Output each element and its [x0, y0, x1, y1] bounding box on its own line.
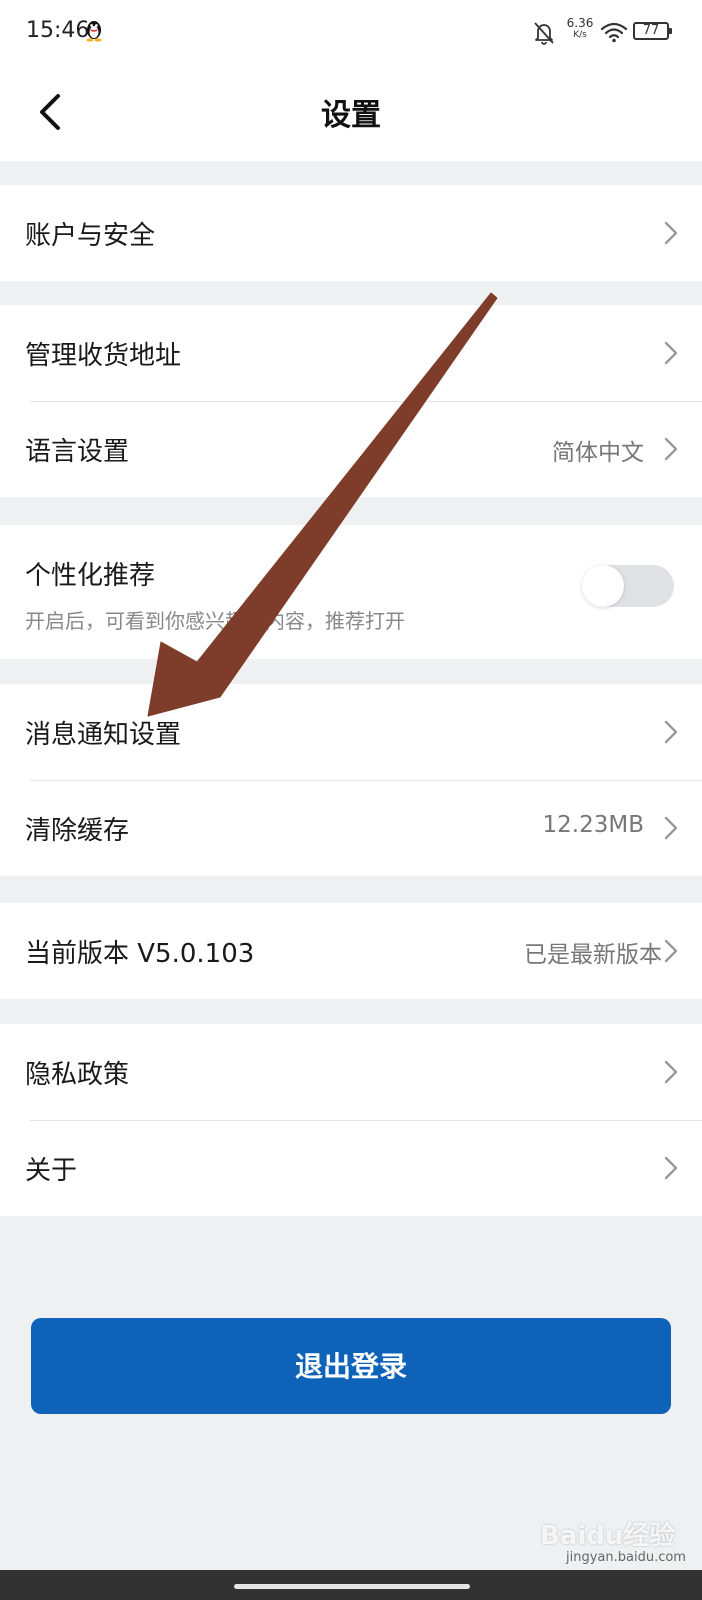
personalized-recommendation-item: 个性化推荐 开启后，可看到你感兴趣的内容，推荐打开 [0, 525, 702, 659]
header-bar: 设置 [0, 62, 702, 161]
settings-group-misc: 消息通知设置 清除缓存 12.23MB [0, 684, 702, 876]
current-version-item[interactable]: 当前版本 V5.0.103 已是最新版本 [0, 903, 702, 999]
network-speed: 6.36 K/s [566, 16, 594, 40]
item-description: 开启后，可看到你感兴趣的内容，推荐打开 [25, 609, 405, 633]
chevron-right-icon [664, 221, 678, 245]
baidu-watermark: Baidu经验 [540, 1521, 676, 1551]
notification-settings-item[interactable]: 消息通知设置 [0, 684, 702, 780]
language-settings-item[interactable]: 语言设置 简体中文 [0, 401, 702, 497]
item-label: 隐私政策 [25, 1060, 130, 1090]
item-value: 已是最新版本 [524, 942, 662, 968]
battery-icon: 77 [633, 22, 672, 40]
bell-muted-icon [534, 22, 554, 45]
shipping-address-item[interactable]: 管理收货地址 [0, 305, 702, 401]
settings-group-account: 账户与安全 [0, 185, 702, 281]
settings-group-general: 管理收货地址 语言设置 简体中文 [0, 305, 702, 497]
item-value: 12.23MB [542, 812, 644, 838]
item-label: 账户与安全 [25, 221, 156, 251]
system-nav-bar [0, 1570, 702, 1600]
personalized-recommendation-toggle[interactable] [582, 565, 674, 607]
chevron-right-icon [664, 1060, 678, 1084]
about-item[interactable]: 关于 [0, 1120, 702, 1216]
toggle-knob [582, 565, 624, 607]
logout-button[interactable]: 退出登录 [31, 1318, 671, 1414]
qq-penguin-icon [86, 21, 102, 42]
item-label: 语言设置 [25, 437, 130, 467]
item-label: 消息通知设置 [25, 720, 182, 750]
status-time: 15:46 [26, 18, 90, 43]
wifi-icon [600, 22, 628, 43]
chevron-right-icon [664, 341, 678, 365]
item-label: 当前版本 V5.0.103 [25, 939, 255, 969]
item-label: 个性化推荐 [25, 561, 156, 591]
home-indicator[interactable] [234, 1584, 470, 1589]
item-label: 管理收货地址 [25, 341, 182, 371]
chevron-right-icon [664, 720, 678, 744]
chevron-right-icon [664, 816, 678, 840]
item-label: 关于 [25, 1156, 78, 1186]
settings-group-legal: 隐私政策 关于 [0, 1024, 702, 1216]
settings-group-personalized: 个性化推荐 开启后，可看到你感兴趣的内容，推荐打开 [0, 525, 702, 659]
chevron-right-icon [664, 1156, 678, 1180]
chevron-right-icon [664, 437, 678, 461]
status-bar: 15:46 6.36 K/s 77 [0, 0, 702, 62]
chevron-right-icon [664, 939, 678, 963]
settings-group-version: 当前版本 V5.0.103 已是最新版本 [0, 903, 702, 999]
account-security-item[interactable]: 账户与安全 [0, 185, 702, 281]
item-value: 简体中文 [552, 440, 644, 466]
clear-cache-item[interactable]: 清除缓存 12.23MB [0, 780, 702, 876]
watermark-url: jingyan.baidu.com [566, 1550, 686, 1565]
item-label: 清除缓存 [25, 816, 130, 846]
page-title: 设置 [321, 98, 381, 133]
privacy-policy-item[interactable]: 隐私政策 [0, 1024, 702, 1120]
